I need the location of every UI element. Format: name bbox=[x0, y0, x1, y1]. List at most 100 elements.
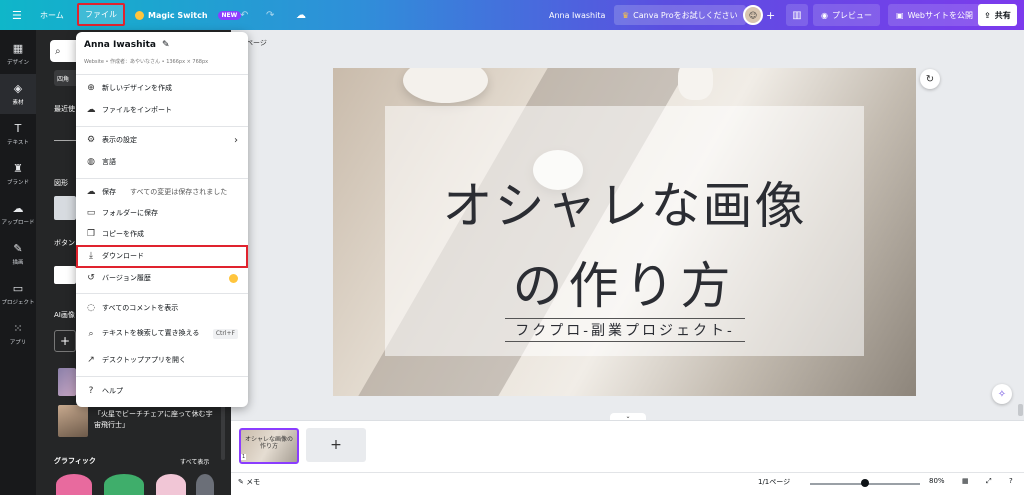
menu-item-import[interactable]: ☁ ファイルをインポート bbox=[76, 100, 248, 120]
add-collaborator-icon[interactable]: + bbox=[766, 0, 775, 30]
design-title-line1[interactable]: オシャレな画像 bbox=[385, 166, 864, 238]
preview-label: プレビュー bbox=[831, 10, 872, 20]
ai-generate-plus-button[interactable]: + bbox=[54, 330, 76, 352]
design-title-line2[interactable]: の作り方 bbox=[385, 246, 864, 318]
page-label: ページ bbox=[246, 39, 267, 47]
page-count: 1/1ページ bbox=[758, 478, 791, 486]
rail-label: 描画 bbox=[12, 260, 24, 266]
menu-item-save-folder[interactable]: ▭ フォルダーに保存 bbox=[76, 203, 248, 223]
rail-label: アップロード bbox=[1, 220, 35, 226]
menu-item-label: ファイルをインポート bbox=[102, 106, 172, 114]
magic-switch-button[interactable]: Magic Switch NEW bbox=[135, 0, 242, 30]
shape-element[interactable] bbox=[54, 196, 76, 220]
rail-item-text[interactable]: T テキスト bbox=[0, 114, 36, 154]
help-icon: ? bbox=[88, 386, 94, 396]
graphic-thumbnail[interactable] bbox=[196, 474, 214, 495]
insights-chart-icon[interactable]: ▥ bbox=[786, 4, 808, 26]
upload-cloud-icon: ☁ bbox=[12, 202, 24, 215]
graphic-thumbnail[interactable] bbox=[104, 474, 144, 495]
refresh-icon[interactable]: ↻ bbox=[920, 69, 940, 89]
menu-item-save[interactable]: ☁ 保存 すべての変更は保存されました bbox=[76, 182, 248, 202]
title-text-box[interactable]: オシャレな画像 の作り方 フクプロ-副業プロジェクト- bbox=[385, 106, 864, 356]
menu-item-view-settings[interactable]: ⚙ 表示の設定 › bbox=[76, 130, 248, 150]
fullscreen-icon[interactable]: ⤢ bbox=[986, 477, 992, 486]
grid-view-icon[interactable]: ▦ bbox=[962, 477, 969, 485]
rail-label: ブランド bbox=[6, 180, 29, 186]
menu-item-label: 表示の設定 bbox=[102, 136, 137, 144]
cloud-save-icon[interactable]: ☁ bbox=[296, 0, 306, 30]
rail-item-apps[interactable]: ⁙ アプリ bbox=[0, 314, 36, 354]
rail-item-draw[interactable]: ✎ 描画 bbox=[0, 234, 36, 274]
magic-assistant-icon[interactable]: ✧ bbox=[992, 384, 1012, 404]
ai-image-thumbnail[interactable] bbox=[58, 368, 76, 396]
apps-grid-icon: ⁙ bbox=[13, 322, 23, 335]
menu-item-label: デスクトップアプリを開く bbox=[102, 356, 186, 364]
canva-pro-button[interactable]: ♛ Canva Proをお試しください bbox=[614, 5, 746, 25]
rail-item-brand[interactable]: ♜ ブランド bbox=[0, 154, 36, 194]
home-button[interactable]: ホーム bbox=[40, 0, 64, 30]
menu-item-find-replace[interactable]: ⌕ テキストを検索して置き換える Ctrl+F bbox=[76, 320, 248, 348]
file-menu-button[interactable]: ファイル bbox=[77, 3, 125, 26]
magic-switch-label: Magic Switch bbox=[148, 10, 208, 20]
menu-divider bbox=[76, 74, 248, 75]
undo-icon[interactable]: ↶ bbox=[240, 0, 248, 30]
zoom-slider-handle[interactable] bbox=[861, 479, 869, 487]
recent-line-element[interactable] bbox=[54, 140, 76, 141]
share-button[interactable]: ⇪ 共有 bbox=[978, 4, 1017, 26]
graphic-thumbnail[interactable] bbox=[56, 474, 92, 495]
menu-item-copy[interactable]: ❐ コピーを作成 bbox=[76, 224, 248, 244]
canva-pro-label: Canva Proをお試しください bbox=[633, 10, 738, 20]
eye-icon: ◉ bbox=[821, 10, 828, 20]
menu-icon[interactable]: ☰ bbox=[12, 0, 22, 30]
menu-item-version-history[interactable]: ↺ バージョン履歴 bbox=[76, 268, 248, 288]
menu-user-row[interactable]: Anna Iwashita ✎ bbox=[84, 40, 170, 50]
menu-item-desktop-app[interactable]: ↗ デスクトップアプリを開く bbox=[76, 350, 248, 370]
zoom-level[interactable]: 80% bbox=[929, 477, 945, 485]
redo-icon[interactable]: ↷ bbox=[266, 0, 274, 30]
folder-icon: ▭ bbox=[12, 282, 24, 295]
top-bar: ☰ ホーム ファイル Magic Switch NEW ↶ ↷ ☁ Anna I… bbox=[0, 0, 1024, 30]
graphics-see-all-link[interactable]: すべて表示 bbox=[180, 457, 209, 466]
ai-image-thumbnail-astronaut[interactable] bbox=[58, 405, 88, 437]
search-icon: ⌕ bbox=[55, 45, 61, 57]
vase-image bbox=[678, 68, 713, 100]
notes-button[interactable]: ✎ メモ bbox=[238, 477, 260, 487]
menu-item-new-design[interactable]: ⊕ 新しいデザインを作成 bbox=[76, 78, 248, 98]
recent-section-title: 最近使 bbox=[54, 105, 75, 113]
menu-item-label: フォルダーに保存 bbox=[102, 209, 158, 217]
design-subtitle[interactable]: フクプロ-副業プロジェクト- bbox=[505, 318, 745, 342]
page-thumbnail[interactable]: オシャレな画像の作り方 bbox=[239, 428, 299, 464]
external-link-icon: ↗ bbox=[87, 355, 95, 365]
design-page[interactable]: オシャレな画像 の作り方 フクプロ-副業プロジェクト- bbox=[333, 68, 916, 396]
rail-label: 素材 bbox=[12, 100, 24, 106]
edit-pencil-icon[interactable]: ✎ bbox=[162, 40, 170, 50]
avatar[interactable]: ☺ bbox=[743, 5, 763, 25]
save-status-text: すべての変更は保存されました bbox=[130, 188, 228, 196]
menu-item-label: 保存 bbox=[102, 188, 116, 196]
rail-item-elements[interactable]: ◈ 素材 bbox=[0, 74, 36, 114]
menu-item-label: すべてのコメントを表示 bbox=[102, 304, 179, 312]
add-page-button[interactable]: + bbox=[306, 428, 366, 462]
canvas-scrollbar[interactable] bbox=[1018, 404, 1023, 416]
rail-item-projects[interactable]: ▭ プロジェクト bbox=[0, 274, 36, 314]
notes-icon: ✎ bbox=[238, 478, 244, 486]
menu-divider bbox=[76, 376, 248, 377]
help-icon[interactable]: ? bbox=[1009, 477, 1013, 485]
rail-item-uploads[interactable]: ☁ アップロード bbox=[0, 194, 36, 234]
button-element[interactable] bbox=[54, 266, 76, 284]
rail-item-design[interactable]: ▦ デザイン bbox=[0, 34, 36, 74]
chevron-right-icon: › bbox=[234, 134, 238, 146]
ai-images-section-title: AI画像 bbox=[54, 311, 75, 319]
graphic-thumbnail[interactable] bbox=[156, 474, 186, 495]
menu-item-language[interactable]: ◍ 言語 bbox=[76, 152, 248, 172]
copy-icon: ❐ bbox=[86, 229, 96, 239]
rail-label: プロジェクト bbox=[1, 300, 35, 306]
menu-item-comments[interactable]: ◌ すべてのコメントを表示 bbox=[76, 298, 248, 318]
globe-icon: ◍ bbox=[87, 157, 95, 167]
menu-item-help[interactable]: ? ヘルプ bbox=[76, 381, 248, 401]
design-info-text: Website • 作成者：あやいなさん • 1366px × 768px bbox=[84, 59, 209, 65]
preview-button[interactable]: ◉ プレビュー bbox=[813, 4, 880, 26]
publish-website-button[interactable]: ▣ Webサイトを公開 bbox=[888, 4, 982, 26]
vase-image bbox=[403, 68, 488, 103]
share-label: 共有 bbox=[994, 10, 1011, 20]
